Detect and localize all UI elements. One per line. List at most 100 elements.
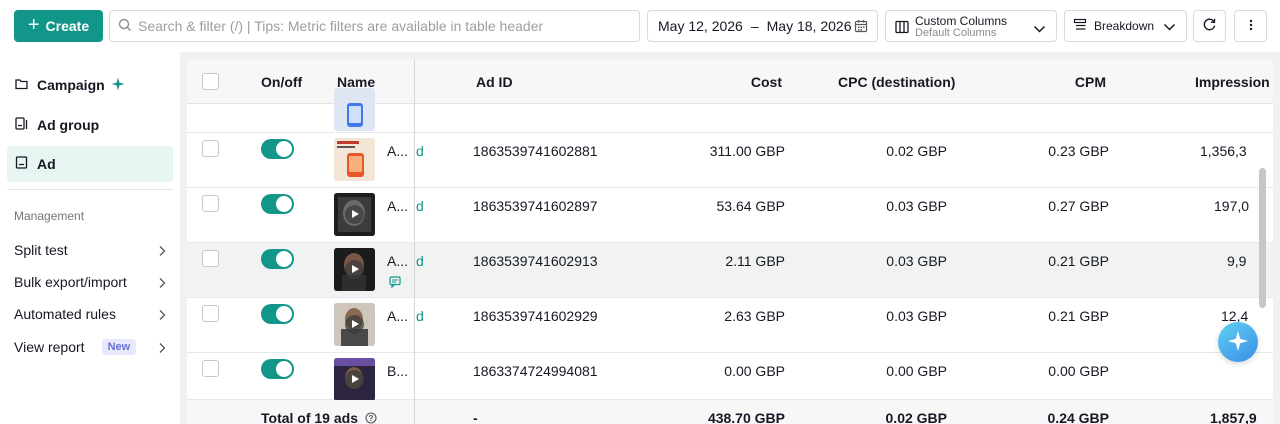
ad-thumbnail[interactable]: [334, 88, 375, 131]
ad-icon: [15, 156, 28, 172]
assistant-fab-button[interactable]: [1218, 322, 1258, 362]
cpc-cell: 0.03 GBP: [886, 198, 947, 214]
header-ad-id[interactable]: Ad ID: [476, 74, 513, 90]
ad-status-toggle[interactable]: [261, 194, 294, 214]
chevron-down-icon: [1033, 21, 1046, 37]
cpm-cell: 0.27 GBP: [1048, 198, 1109, 214]
ad-thumbnail[interactable]: [334, 358, 375, 401]
header-cpc[interactable]: CPC (destination): [838, 74, 955, 90]
ad-status-toggle[interactable]: [261, 249, 294, 269]
total-cost: 438.70 GBP: [707, 410, 785, 424]
custom-columns-title: Custom Columns: [915, 14, 1008, 28]
sidebar-item-label: Ad group: [37, 117, 100, 133]
table-row: A... d 1863539741602929 2.63 GBP 0.03 GB…: [187, 298, 1273, 353]
header-onoff[interactable]: On/off: [261, 74, 302, 90]
sidebar: Campaign Ad group Ad Management Split te…: [0, 52, 180, 424]
svg-text:?: ?: [368, 414, 373, 423]
header-cost[interactable]: Cost: [682, 74, 782, 90]
ad-name[interactable]: A...: [387, 308, 408, 324]
ad-name[interactable]: B...: [387, 363, 408, 379]
date-end: May 18, 2026: [766, 18, 852, 34]
sidebar-item-label: Split test: [14, 242, 68, 258]
custom-columns-subtitle: Default Columns: [915, 27, 997, 39]
ad-group-icon: [15, 117, 28, 133]
ad-status-link[interactable]: d: [416, 308, 424, 324]
more-options-button[interactable]: [1234, 10, 1267, 42]
info-icon[interactable]: ?: [365, 411, 377, 424]
chevron-right-icon: [158, 341, 166, 357]
table-row: A... d 1863539741602913 2.11 GBP 0.03 GB…: [187, 243, 1273, 298]
cpc-cell: 0.02 GBP: [886, 143, 947, 159]
ad-status-toggle[interactable]: [261, 359, 294, 379]
scrollbar-thumb[interactable]: [1259, 168, 1266, 308]
sidebar-item-automated-rules[interactable]: Automated rules: [14, 302, 166, 326]
ad-status-link[interactable]: d: [416, 253, 424, 269]
ad-thumbnail[interactable]: [334, 193, 375, 236]
ad-status-toggle[interactable]: [261, 304, 294, 324]
frozen-column-divider: [414, 60, 415, 424]
search-filter-box[interactable]: [109, 10, 640, 42]
impressions-cell: 1,356,3: [1200, 143, 1247, 159]
row-checkbox[interactable]: [202, 195, 219, 212]
new-badge: New: [101, 339, 137, 355]
cost-cell: 53.64 GBP: [716, 198, 786, 214]
calendar-icon: [854, 19, 868, 36]
ad-id-cell: 1863539741602913: [473, 253, 598, 269]
ad-thumbnail[interactable]: [334, 248, 375, 291]
row-checkbox[interactable]: [202, 360, 219, 377]
play-icon: [345, 370, 364, 389]
total-cpc: 0.02 GBP: [885, 410, 947, 424]
header-cpm[interactable]: CPM: [1006, 74, 1106, 90]
custom-columns-dropdown[interactable]: Custom Columns Default Columns: [885, 10, 1057, 42]
ad-name[interactable]: A...: [387, 253, 408, 269]
play-icon: [345, 205, 364, 224]
comment-icon[interactable]: [389, 275, 401, 291]
sidebar-item-label: Automated rules: [14, 306, 116, 322]
search-icon: [118, 18, 132, 35]
play-icon: [345, 260, 364, 279]
ad-name[interactable]: A...: [387, 143, 408, 159]
sidebar-item-ad[interactable]: Ad: [7, 146, 173, 182]
ad-id-cell: 1863374724994081: [473, 363, 598, 379]
ad-id-cell: 1863539741602897: [473, 198, 598, 214]
table-total-row: Total of 19 ads ? - 438.70 GBP 0.02 GBP …: [187, 400, 1273, 424]
cpm-cell: 0.21 GBP: [1048, 253, 1109, 269]
ad-thumbnail[interactable]: [334, 138, 375, 181]
ad-status-toggle[interactable]: [261, 139, 294, 159]
search-input[interactable]: [138, 18, 639, 34]
sidebar-item-ad-group[interactable]: Ad group: [7, 107, 173, 143]
breakdown-dropdown[interactable]: Breakdown: [1064, 10, 1187, 42]
date-range-picker[interactable]: May 12, 2026 – May 18, 2026: [647, 10, 878, 42]
sidebar-item-campaign[interactable]: Campaign: [7, 67, 173, 103]
sidebar-item-label: View report: [14, 339, 85, 355]
row-checkbox[interactable]: [202, 140, 219, 157]
ad-status-link[interactable]: d: [416, 143, 424, 159]
chevron-right-icon: [158, 276, 166, 292]
table-row: B... 1863374724994081 0.00 GBP 0.00 GBP …: [187, 353, 1273, 401]
main-content: On/off Name Ad ID Cost CPC (destination)…: [180, 52, 1280, 424]
row-checkbox[interactable]: [202, 305, 219, 322]
more-vertical-icon: [1249, 18, 1253, 35]
sidebar-item-split-test[interactable]: Split test: [14, 238, 166, 262]
select-all-checkbox[interactable]: [202, 73, 219, 90]
sidebar-item-view-report[interactable]: View report New: [14, 335, 166, 359]
total-label-text: Total of 19 ads: [261, 410, 358, 424]
row-checkbox[interactable]: [202, 250, 219, 267]
table-row: [187, 88, 1273, 133]
chevron-right-icon: [158, 308, 166, 324]
ad-status-link[interactable]: d: [416, 198, 424, 214]
refresh-button[interactable]: [1193, 10, 1226, 42]
ad-thumbnail[interactable]: [334, 303, 375, 346]
folder-icon: [15, 77, 28, 93]
ad-id-cell: 1863539741602929: [473, 308, 598, 324]
impressions-cell: 9,9: [1227, 253, 1247, 269]
cpm-cell: 0.21 GBP: [1048, 308, 1109, 324]
total-label: Total of 19 ads ?: [261, 410, 377, 424]
top-toolbar: + Create May 12, 2026 – May 18, 2026 Cus…: [0, 0, 1280, 52]
create-button[interactable]: + Create: [14, 10, 103, 42]
chevron-down-icon: [1163, 21, 1176, 35]
total-impressions: 1,857,9: [1210, 410, 1257, 424]
create-button-label: Create: [45, 18, 90, 34]
sidebar-item-bulk-export-import[interactable]: Bulk export/import: [14, 270, 166, 294]
ad-name[interactable]: A...: [387, 198, 408, 214]
